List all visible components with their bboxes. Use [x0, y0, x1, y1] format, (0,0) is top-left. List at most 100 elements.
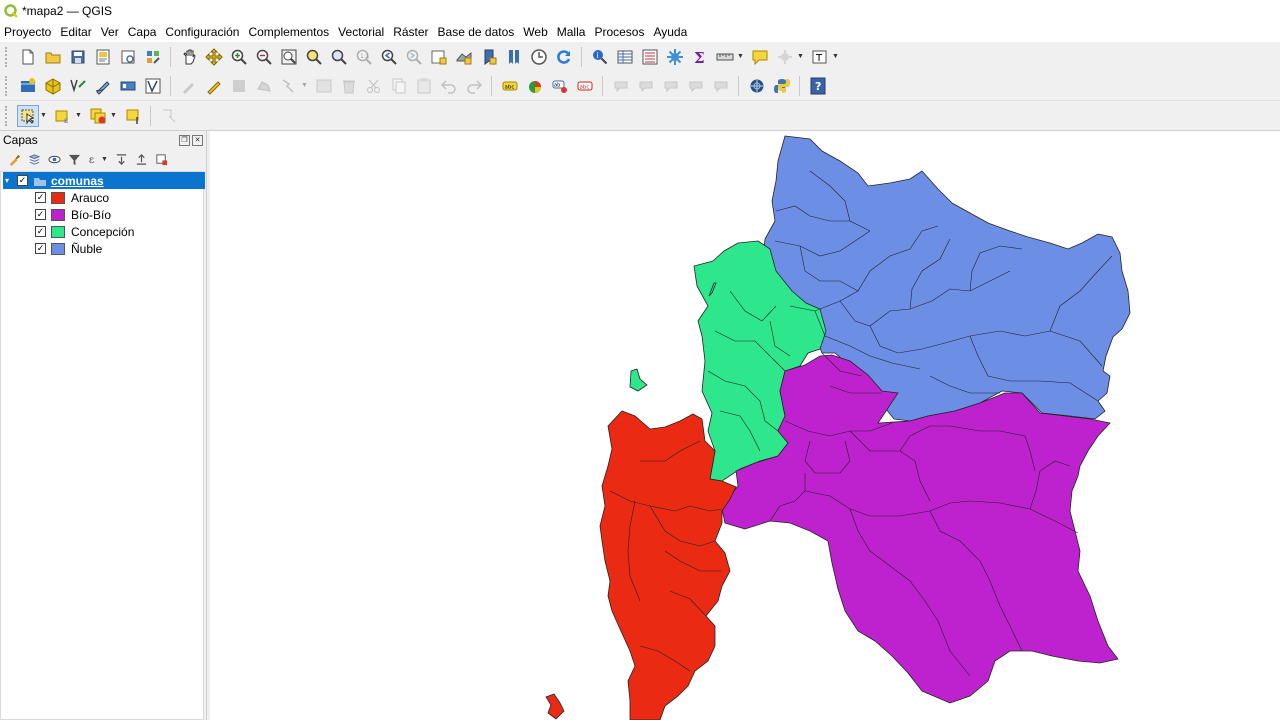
label-icon[interactable]: abc: [499, 75, 521, 97]
menu-ayuda[interactable]: Ayuda: [649, 22, 692, 42]
field-calculator-icon[interactable]: [639, 46, 661, 68]
select-by-location-icon[interactable]: [122, 105, 144, 127]
select-by-expression-dropdown-icon[interactable]: ▼: [75, 105, 83, 127]
new-3d-view-icon[interactable]: [453, 46, 475, 68]
highlight-label-icon[interactable]: ab: [549, 75, 571, 97]
legend-item[interactable]: ✓ Concepción: [35, 223, 134, 240]
annotation-icon[interactable]: [774, 46, 796, 68]
attribute-table-icon[interactable]: [614, 46, 636, 68]
map-tips-icon[interactable]: [749, 46, 771, 68]
filter-expression-icon[interactable]: ε: [86, 151, 102, 167]
float-panel-icon[interactable]: ❐: [179, 134, 190, 146]
legend-item-checkbox[interactable]: ✓: [35, 226, 46, 237]
zoom-to-layer-icon[interactable]: [328, 46, 350, 68]
open-project-icon[interactable]: [42, 46, 64, 68]
move-feature-dropdown-icon[interactable]: ▼: [301, 75, 309, 97]
legend-item[interactable]: ✓ Arauco: [35, 189, 109, 206]
menu-malla[interactable]: Malla: [553, 22, 591, 42]
menu-vectorial[interactable]: Vectorial: [334, 22, 389, 42]
select-features-icon[interactable]: [16, 104, 39, 127]
remove-layer-icon[interactable]: [153, 151, 169, 167]
measure-icon[interactable]: [714, 46, 736, 68]
modify-attributes-icon[interactable]: [313, 75, 335, 97]
paste-icon[interactable]: [413, 75, 435, 97]
legend-item-checkbox[interactable]: ✓: [35, 243, 46, 254]
show-tips-icon[interactable]: [158, 105, 180, 127]
add-feature-icon[interactable]: [253, 75, 275, 97]
processing-toolbox-icon[interactable]: [664, 46, 686, 68]
add-group-icon[interactable]: [26, 151, 42, 167]
bookmark-icon[interactable]: [478, 46, 500, 68]
refresh-icon[interactable]: [553, 46, 575, 68]
legend-item-checkbox[interactable]: ✓: [35, 192, 46, 203]
edit-pencil-icon[interactable]: [203, 75, 225, 97]
menu-raster[interactable]: Ráster: [389, 22, 433, 42]
toolbar-grip[interactable]: [5, 46, 11, 67]
measure-dropdown-icon[interactable]: ▼: [737, 46, 745, 68]
cut-icon[interactable]: [363, 75, 385, 97]
zoom-to-selection-icon[interactable]: [303, 46, 325, 68]
style-manager-icon[interactable]: [142, 46, 164, 68]
menu-configuracion[interactable]: Configuración: [161, 22, 244, 42]
zoom-in-icon[interactable]: [228, 46, 250, 68]
expand-all-icon[interactable]: [113, 151, 129, 167]
select-features-dropdown-icon[interactable]: ▼: [40, 105, 48, 127]
pan-to-selection-icon[interactable]: [203, 46, 225, 68]
toggle-edit-icon[interactable]: [178, 75, 200, 97]
print-layout-icon[interactable]: [92, 46, 114, 68]
annotation-dropdown-icon[interactable]: ▼: [797, 46, 805, 68]
delete-icon[interactable]: [338, 75, 360, 97]
statistics-icon[interactable]: Σ: [689, 46, 711, 68]
rotate-label-icon[interactable]: [660, 75, 682, 97]
map-svg[interactable]: [210, 131, 1280, 720]
pin-label-icon[interactable]: [710, 75, 732, 97]
vertex-tool-icon[interactable]: [142, 75, 164, 97]
filter-legend-icon[interactable]: [66, 151, 82, 167]
help-icon[interactable]: ?: [807, 75, 829, 97]
filter-expression-dropdown-icon[interactable]: ▼: [101, 148, 109, 170]
zoom-next-icon[interactable]: [403, 46, 425, 68]
toolbar-grip[interactable]: [5, 75, 11, 96]
toolbar-grip[interactable]: [5, 105, 11, 126]
collapse-arrow-icon[interactable]: ▾: [5, 176, 17, 185]
redo-icon[interactable]: [463, 75, 485, 97]
plugin-icon[interactable]: [746, 75, 768, 97]
menu-web[interactable]: Web: [519, 22, 552, 42]
new-shapefile-icon[interactable]: [67, 75, 89, 97]
virtual-layer-icon[interactable]: [117, 75, 139, 97]
copy-icon[interactable]: [388, 75, 410, 97]
show-bookmarks-icon[interactable]: [503, 46, 525, 68]
change-label-icon[interactable]: [685, 75, 707, 97]
select-by-expression-icon[interactable]: ε: [52, 105, 74, 127]
legend-item-checkbox[interactable]: ✓: [35, 209, 46, 220]
layer-styling-icon[interactable]: [6, 151, 22, 167]
zoom-last-icon[interactable]: [378, 46, 400, 68]
move-label-icon[interactable]: [635, 75, 657, 97]
collapse-all-icon[interactable]: [133, 151, 149, 167]
digitize-icon[interactable]: [92, 75, 114, 97]
text-annotation-dropdown-icon[interactable]: ▼: [832, 46, 840, 68]
zoom-native-icon[interactable]: 1:1: [353, 46, 375, 68]
show-label-icon[interactable]: [610, 75, 632, 97]
pan-icon[interactable]: [178, 46, 200, 68]
menu-capa[interactable]: Capa: [124, 22, 162, 42]
deselect-dropdown-icon[interactable]: ▼: [110, 105, 118, 127]
label-pin-icon[interactable]: abc: [574, 75, 596, 97]
identify-icon[interactable]: i: [589, 46, 611, 68]
datasource-manager-icon[interactable]: [17, 75, 39, 97]
deselect-icon[interactable]: [87, 105, 109, 127]
menu-editar[interactable]: Editar: [56, 22, 96, 42]
legend-item[interactable]: ✓ Bío-Bío: [35, 206, 111, 223]
map-canvas[interactable]: [210, 131, 1280, 720]
manage-visibility-icon[interactable]: [46, 151, 62, 167]
menu-ver[interactable]: Ver: [97, 22, 124, 42]
temporal-controller-icon[interactable]: [528, 46, 550, 68]
python-console-icon[interactable]: [771, 75, 793, 97]
zoom-full-icon[interactable]: [278, 46, 300, 68]
new-map-view-icon[interactable]: [428, 46, 450, 68]
undo-icon[interactable]: [438, 75, 460, 97]
layer-diagram-icon[interactable]: [524, 75, 546, 97]
menu-proyecto[interactable]: Proyecto: [0, 22, 56, 42]
layer-group-checkbox[interactable]: ✓: [17, 175, 28, 186]
new-project-icon[interactable]: [17, 46, 39, 68]
